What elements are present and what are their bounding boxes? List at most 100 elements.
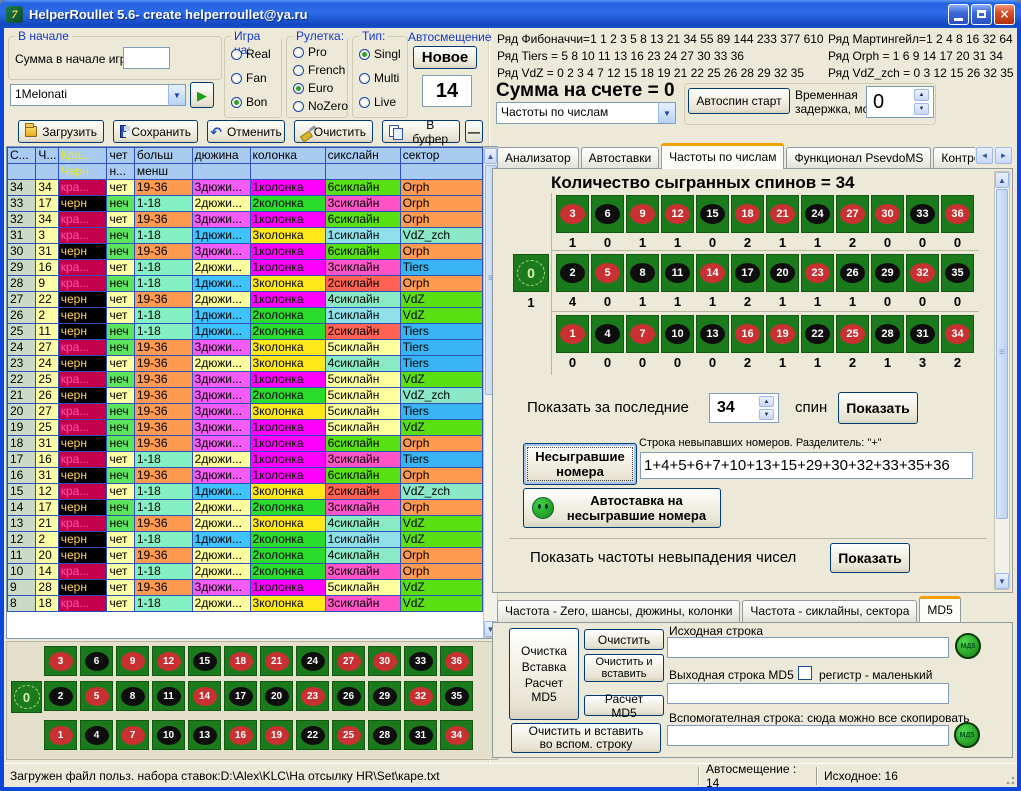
autobet-missing-button[interactable]: Автоставка на несыгравшие номера	[523, 488, 721, 528]
chevron-down-icon[interactable]: ▼	[658, 103, 675, 123]
md5-big-button[interactable]: Очистка Вставка Расчет MD5	[509, 628, 579, 720]
undo-button[interactable]: ↶Отменить	[207, 120, 285, 143]
tabs-scroll-left-icon[interactable]: ◄	[976, 147, 993, 164]
collapse-button[interactable]: —	[465, 120, 483, 143]
md5-icon[interactable]: МД5	[955, 633, 981, 659]
radio-nozero[interactable]: NoZero	[293, 99, 348, 113]
spin-down-icon[interactable]: ▼	[759, 409, 774, 420]
md5-calc-button[interactable]: Расчет MD5	[584, 695, 664, 716]
tab-частоты-по-числам[interactable]: Частоты по числам	[661, 143, 784, 169]
preset-combobox[interactable]: 1Melonati ▼	[10, 84, 186, 106]
spin-up-icon[interactable]: ▲	[759, 396, 774, 407]
scroll-down-icon[interactable]: ▼	[995, 573, 1009, 589]
delay-spinner[interactable]: 0 ▲ ▼	[866, 86, 934, 118]
board-cell-18[interactable]: 18	[224, 646, 257, 676]
missing-numbers-button[interactable]: Несыгравшие номера	[523, 443, 637, 485]
scrollbar-thumb[interactable]	[996, 189, 1008, 519]
md5-clear-button[interactable]: Очистить	[584, 629, 664, 650]
board-cell-6[interactable]: 6	[80, 646, 113, 676]
board-cell-27[interactable]: 27	[332, 646, 365, 676]
board-cell-20[interactable]: 20	[260, 681, 293, 711]
start-sum-input[interactable]	[123, 47, 170, 69]
autospin-start-button[interactable]: Автоспин старт	[688, 88, 790, 114]
tabs-scroll-right-icon[interactable]: ►	[995, 147, 1012, 164]
tab-md5[interactable]: MD5	[919, 596, 960, 622]
run-preset-button[interactable]: ▶	[190, 82, 214, 108]
show-last-spinner[interactable]: 34 ▲ ▼	[709, 393, 779, 423]
board-cell-1[interactable]: 1	[44, 720, 77, 750]
radio-bon[interactable]: Bon	[231, 95, 271, 109]
spin-up-icon[interactable]: ▲	[914, 89, 929, 101]
board-cell-23[interactable]: 23	[296, 681, 329, 711]
titlebar[interactable]: 7 HelperRoullet 5.6- create helperroulle…	[0, 0, 1021, 28]
board-cell-5[interactable]: 5	[80, 681, 113, 711]
md5-clear-paste-button[interactable]: Очистить и вставить	[584, 654, 664, 682]
scroll-up-icon[interactable]: ▲	[995, 172, 1009, 188]
board-cell-29[interactable]: 29	[368, 681, 401, 711]
board-cell-8[interactable]: 8	[116, 681, 149, 711]
to-buffer-button[interactable]: В буфер	[382, 120, 460, 143]
radio-euro[interactable]: Euro	[293, 81, 348, 95]
radio-live[interactable]: Live	[359, 95, 401, 109]
radio-multi[interactable]: Multi	[359, 71, 401, 85]
minimize-button[interactable]	[948, 4, 969, 25]
load-button[interactable]: Загрузить	[18, 120, 104, 143]
radio-singl[interactable]: Singl	[359, 47, 401, 61]
md5-output-input[interactable]	[667, 683, 949, 704]
board-cell-24[interactable]: 24	[296, 646, 329, 676]
board-cell-9[interactable]: 9	[116, 646, 149, 676]
tab-частота-zero-шансы-дюжины-колонки[interactable]: Частота - Zero, шансы, дюжины, колонки	[497, 600, 740, 622]
board-cell-17[interactable]: 17	[224, 681, 257, 711]
tab-контроль-банкро[interactable]: Контроль банкро	[933, 147, 975, 169]
chevron-down-icon[interactable]: ▼	[168, 85, 185, 105]
board-cell-7[interactable]: 7	[116, 720, 149, 750]
tab-функционал-psevdoms[interactable]: Функционал PsevdoMS	[786, 147, 931, 169]
spin-down-icon[interactable]: ▼	[914, 103, 929, 115]
board-cell-25[interactable]: 25	[332, 720, 365, 750]
radio-real[interactable]: Real	[231, 47, 271, 61]
freq-missing-button[interactable]: Показать	[830, 543, 910, 573]
close-button[interactable]: ×	[994, 4, 1015, 25]
board-cell-4[interactable]: 4	[80, 720, 113, 750]
board-cell-2[interactable]: 2	[44, 681, 77, 711]
radio-fan[interactable]: Fan	[231, 71, 271, 85]
board-cell-16[interactable]: 16	[224, 720, 257, 750]
board-cell-32[interactable]: 32	[404, 681, 437, 711]
board-cell-35[interactable]: 35	[440, 681, 473, 711]
tab-автоставки[interactable]: Автоставки	[581, 147, 660, 169]
md5-source-input[interactable]	[667, 637, 949, 658]
autoshift-new-button[interactable]: Новое	[413, 46, 477, 69]
board-cell-21[interactable]: 21	[260, 646, 293, 676]
board-cell-13[interactable]: 13	[188, 720, 221, 750]
board-cell-26[interactable]: 26	[332, 681, 365, 711]
maximize-button[interactable]	[971, 4, 992, 25]
radio-french[interactable]: French	[293, 63, 348, 77]
tab-анализатор[interactable]: Анализатор	[497, 147, 579, 169]
tab-частота-сиклайны-сектора[interactable]: Частота - сиклайны, сектора	[742, 600, 917, 622]
board-cell-36[interactable]: 36	[440, 646, 473, 676]
board-cell-34[interactable]: 34	[440, 720, 473, 750]
board-cell-15[interactable]: 15	[188, 646, 221, 676]
missing-numbers-input[interactable]	[640, 452, 973, 479]
board-zero-cell[interactable]: 0	[11, 681, 42, 713]
board-cell-10[interactable]: 10	[152, 720, 185, 750]
save-button[interactable]: Сохранить	[113, 120, 198, 143]
board-cell-19[interactable]: 19	[260, 720, 293, 750]
scroll-up-icon[interactable]: ▲	[484, 148, 497, 164]
board-cell-30[interactable]: 30	[368, 646, 401, 676]
board-cell-14[interactable]: 14	[188, 681, 221, 711]
board-cell-3[interactable]: 3	[44, 646, 77, 676]
frequency-scrollbar[interactable]: ▲ ▼	[994, 171, 1010, 590]
radio-pro[interactable]: Pro	[293, 45, 348, 59]
md5-aux-input[interactable]	[667, 725, 949, 746]
mode-combobox[interactable]: Частоты по числам ▼	[496, 102, 676, 124]
md5-aux-clear-paste-button[interactable]: Очистить и вставить во вспом. строку	[511, 723, 661, 753]
register-checkbox[interactable]	[798, 666, 812, 680]
board-cell-22[interactable]: 22	[296, 720, 329, 750]
board-cell-12[interactable]: 12	[152, 646, 185, 676]
board-cell-28[interactable]: 28	[368, 720, 401, 750]
board-cell-11[interactable]: 11	[152, 681, 185, 711]
md5-icon[interactable]: МД5	[954, 722, 980, 748]
clear-button[interactable]: Очистить	[294, 120, 373, 143]
board-cell-33[interactable]: 33	[404, 646, 437, 676]
